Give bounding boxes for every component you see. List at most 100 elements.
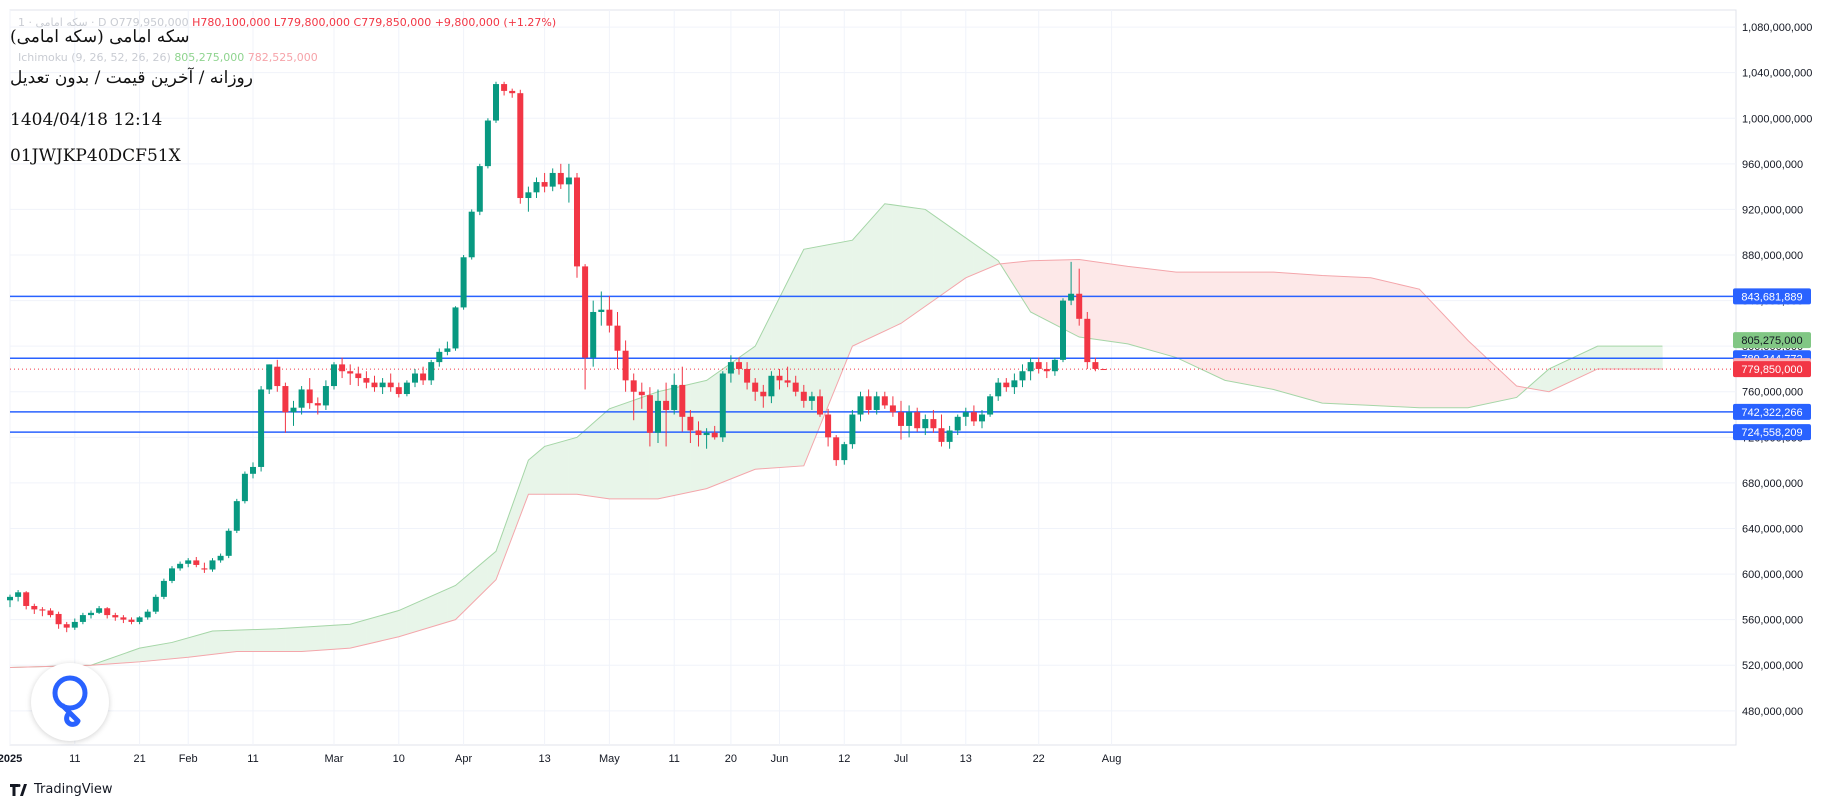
- candle-body: [331, 364, 337, 387]
- candle-body: [160, 580, 167, 597]
- candle-body: [995, 382, 1002, 397]
- cloud-segment: [1127, 266, 1137, 347]
- cloud-segment: [430, 592, 440, 628]
- candle-body: [768, 375, 775, 397]
- cloud-segment: [1305, 274, 1315, 402]
- cloud-segment: [1111, 263, 1120, 344]
- time-axis[interactable]: 2025 11 21 Feb 11 Mar 10 Apr 13 May 11 20 Jun 12 Jul 13…: [0, 753, 1121, 765]
- x-tick-label: 11: [247, 753, 258, 765]
- x-tick-label: Mar: [325, 753, 344, 765]
- cloud-segment: [1216, 271, 1226, 381]
- candle-body: [209, 560, 216, 570]
- cloud-segment: [1273, 271, 1282, 393]
- price-chart[interactable]: 480,000,000 520,000,000 560,000,000 600,000…: [0, 0, 1836, 809]
- candle-body: [88, 612, 94, 616]
- candle-body: [193, 560, 200, 565]
- cloud-segment: [519, 460, 529, 516]
- candle-body: [817, 396, 823, 415]
- x-tick-label: 20: [725, 753, 737, 765]
- cloud-segment: [1281, 272, 1291, 395]
- cloud-segment: [1313, 274, 1323, 404]
- candle-body: [15, 592, 22, 597]
- x-tick-label: 13: [960, 753, 972, 765]
- candle-body: [541, 182, 548, 187]
- cloud-segment: [835, 241, 845, 387]
- cloud-segment: [301, 626, 311, 652]
- cloud-segment: [803, 247, 813, 466]
- cloud-segment: [422, 595, 432, 630]
- cloud-segment: [1143, 267, 1153, 352]
- candle-body: [914, 412, 921, 429]
- cloud-segment: [366, 616, 375, 645]
- candle-body: [962, 412, 969, 417]
- cloud-segment: [933, 214, 942, 302]
- cloud-segment: [1289, 272, 1299, 397]
- y-tick-label: 960,000,000: [1742, 159, 1803, 171]
- cloud-segment: [1119, 264, 1129, 345]
- cloud-segment: [754, 329, 764, 470]
- cloud-segment: [1443, 314, 1453, 408]
- cloud-segment: [892, 204, 902, 328]
- cloud-segment: [779, 281, 788, 468]
- candle-body: [687, 416, 694, 431]
- cloud-segment: [357, 619, 367, 647]
- candle-body: [744, 368, 751, 383]
- cloud-segment: [228, 629, 238, 653]
- candle-body: [1092, 362, 1099, 369]
- cloud-segment: [220, 630, 229, 654]
- cloud-segment: [625, 399, 635, 500]
- cloud-segment: [1030, 260, 1039, 317]
- candle-body: [468, 211, 475, 258]
- cloud-segment: [447, 585, 456, 623]
- candle-body: [31, 605, 38, 610]
- cloud-segment: [341, 623, 351, 650]
- candle-body: [1100, 369, 1107, 371]
- candle-body: [525, 192, 532, 199]
- cloud-segment: [1508, 377, 1517, 400]
- cloud-segment: [876, 202, 886, 336]
- cloud-segment: [1005, 262, 1015, 288]
- candle-body: [881, 396, 888, 406]
- candle-body: [671, 384, 678, 410]
- cloud-segment: [1232, 271, 1242, 384]
- candle-body: [250, 466, 256, 474]
- candle-body: [825, 414, 832, 438]
- y-tick-label: 1,000,000,000: [1742, 113, 1812, 125]
- x-tick-label: 21: [133, 753, 145, 765]
- candle-body: [96, 608, 103, 613]
- cloud-segment: [1483, 354, 1493, 405]
- cloud-segment: [1321, 275, 1331, 404]
- x-tick-label: 11: [69, 753, 80, 765]
- ichimoku-legend[interactable]: Ichimoku (9, 26, 52, 26, 26) 805,275,000…: [18, 51, 318, 64]
- cloud-segment: [285, 627, 294, 652]
- candle-body: [493, 84, 499, 121]
- cloud-segment: [1265, 271, 1274, 390]
- cloud-segment: [236, 629, 246, 652]
- cloud-segment: [293, 626, 302, 652]
- x-tick-label: 13: [538, 753, 550, 765]
- price-label: 742,322,266: [1741, 407, 1802, 419]
- candle-body: [371, 382, 378, 388]
- y-tick-label: 680,000,000: [1742, 478, 1803, 490]
- ichimoku-span-b-value: 782,525,000: [247, 51, 318, 64]
- candle-body: [549, 172, 556, 187]
- candle-body: [630, 380, 637, 392]
- cloud-segment: [276, 627, 286, 652]
- cloud-segment: [544, 443, 554, 495]
- brand-footer[interactable]: TradingView: [10, 782, 113, 797]
- price-label: 805,275,000: [1741, 335, 1802, 347]
- cloud-segment: [1257, 271, 1266, 389]
- candle-body: [420, 373, 427, 381]
- cloud-segment: [1184, 271, 1193, 366]
- cloud-segment: [1330, 275, 1339, 405]
- candle-body: [841, 444, 848, 461]
- candle-body: [201, 568, 208, 570]
- candle-body: [898, 412, 904, 426]
- candle-body: [646, 395, 653, 433]
- candle-body: [736, 362, 742, 369]
- ichimoku-span-a-value: 805,275,000: [174, 51, 245, 64]
- cloud-segment: [908, 206, 918, 319]
- candle-body: [241, 473, 248, 502]
- cloud-segment: [406, 602, 416, 635]
- cloud-segment: [187, 635, 197, 658]
